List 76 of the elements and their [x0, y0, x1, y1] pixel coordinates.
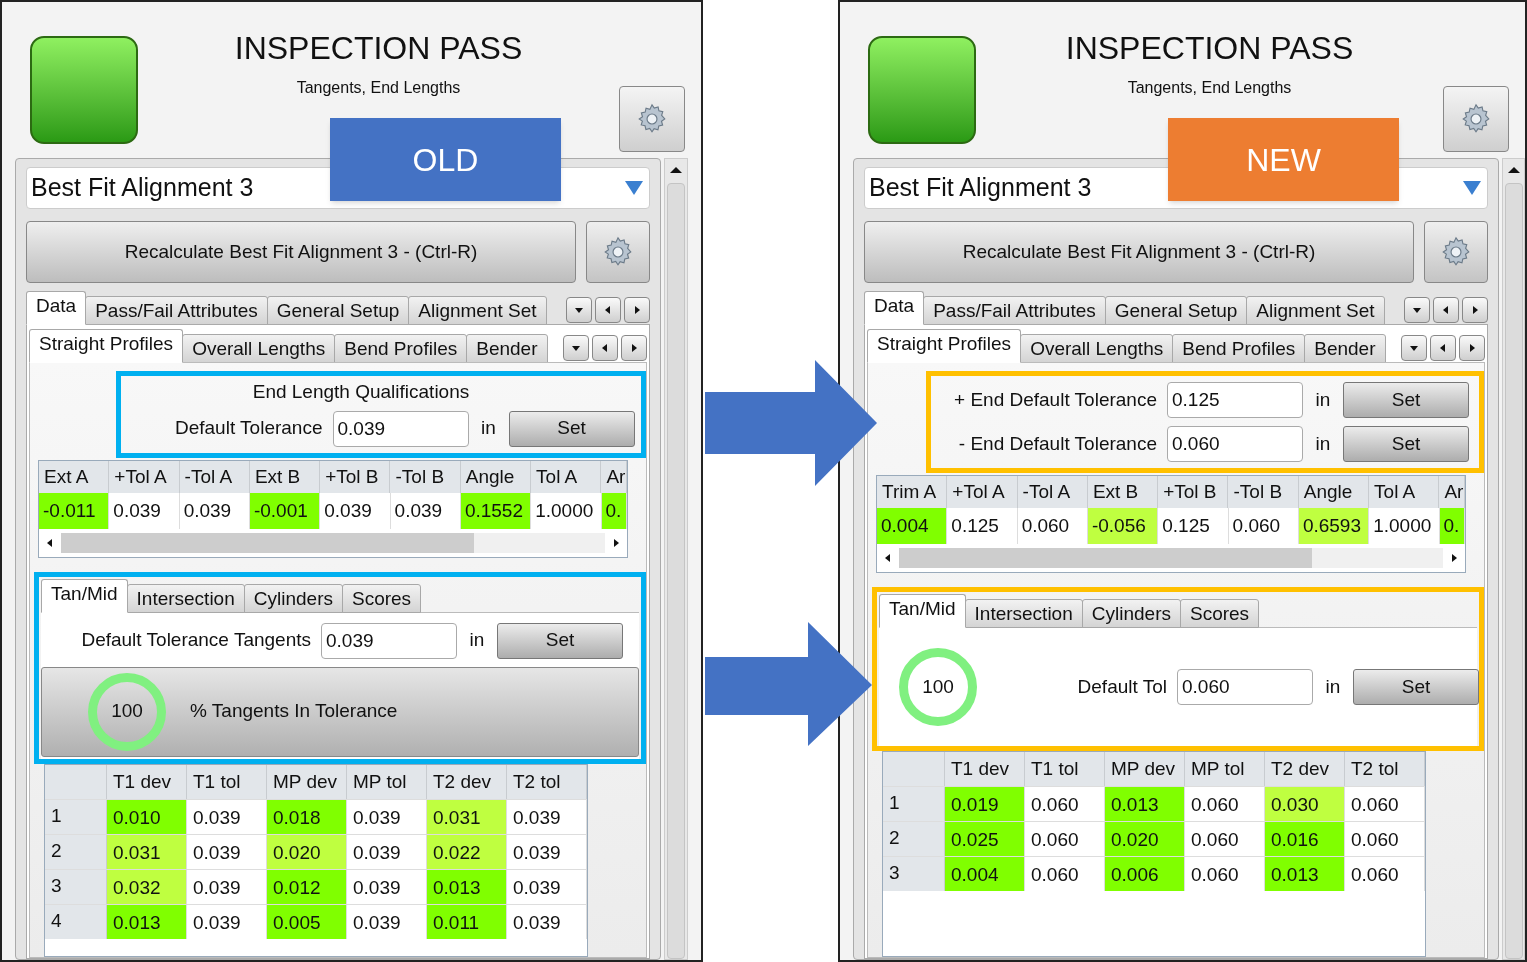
status-title: INSPECTION PASS: [1065, 29, 1354, 68]
row-header: 3: [45, 869, 107, 904]
table-cell: 0.005: [267, 904, 347, 939]
column-header: MP dev: [267, 764, 347, 799]
table-cell: 0.019: [945, 787, 1025, 821]
field-label: Default Tolerance: [173, 416, 324, 441]
table-cell: 0.013: [107, 904, 187, 939]
table-cell: 0.016: [1265, 822, 1345, 856]
column-header: T1 dev: [107, 764, 187, 799]
table-cell: 0.031: [427, 799, 507, 834]
column-header: T2 dev: [427, 764, 507, 799]
column-header: +Tol A: [109, 460, 180, 493]
column-header: Ext B: [249, 460, 321, 493]
status-title: INSPECTION PASS: [234, 29, 523, 68]
table-cell: 0.6593: [1298, 508, 1370, 544]
column-header: MP tol: [347, 764, 427, 799]
row-header: 1: [45, 799, 107, 834]
table-cell: 0.022: [427, 834, 507, 869]
section-title: End Length Qualifications: [252, 380, 470, 404]
version-tooltip: NEW: [1168, 118, 1399, 201]
table-cell: 0.032: [107, 869, 187, 904]
table-cell: 0.013: [1265, 857, 1345, 891]
table-cell: 0.010: [107, 799, 187, 834]
table-cell: 0.013: [1105, 787, 1185, 821]
column-header: Tol A: [531, 460, 602, 493]
table-cell: -0.011: [39, 492, 110, 529]
column-header: T1 tol: [187, 764, 267, 799]
row-header: 1: [883, 787, 945, 821]
column-header: -Tol B: [390, 460, 461, 493]
column-header: T2 tol: [507, 764, 587, 799]
column-header: T1 tol: [1025, 752, 1105, 786]
field-label: - End Default Tolerance: [957, 431, 1158, 456]
column-header: MP tol: [1185, 752, 1265, 786]
row-header: 4: [45, 904, 107, 939]
unit-label: in: [1324, 674, 1342, 699]
table-cell: 0.018: [267, 799, 347, 834]
table-cell: 0.031: [107, 834, 187, 869]
table-cell: 0.: [1439, 508, 1466, 544]
column-header: T1 dev: [945, 752, 1025, 786]
table-cell: 0.004: [877, 508, 948, 544]
table-cell: 0.006: [1105, 857, 1185, 891]
column-header: Angle: [460, 460, 532, 493]
column-header: T2 tol: [1345, 752, 1425, 786]
field-label: Default Tol: [1076, 674, 1168, 699]
column-header: Ext A: [39, 460, 110, 493]
field-label: Default Tolerance Tangents: [80, 628, 312, 653]
table-cell: -0.001: [249, 492, 321, 529]
score-label: % Tangents In Tolerance: [190, 699, 398, 724]
row-header: 3: [883, 857, 945, 891]
table-cell: 0.012: [267, 869, 347, 904]
status-subtitle: Tangents, End Lengths: [296, 78, 461, 98]
status-subtitle: Tangents, End Lengths: [1127, 78, 1292, 98]
table-cell: 0.011: [427, 904, 507, 939]
row-header: 2: [883, 822, 945, 856]
column-header: T2 dev: [1265, 752, 1345, 786]
version-tooltip: OLD: [330, 118, 561, 201]
table-cell: 0.030: [1265, 787, 1345, 821]
unit-label: in: [1314, 431, 1332, 456]
table-cell: 0.013: [427, 869, 507, 904]
unit-label: in: [468, 628, 486, 653]
column-header: MP dev: [1105, 752, 1185, 786]
column-header: -Tol A: [179, 460, 250, 493]
score-ring: 100: [899, 648, 977, 726]
table-cell: 0.020: [1105, 822, 1185, 856]
column-header: Ar: [601, 460, 627, 493]
field-label: + End Default Tolerance: [953, 387, 1158, 412]
table-cell: 0.004: [945, 857, 1025, 891]
row-header: 2: [45, 834, 107, 869]
table-cell: 0.020: [267, 834, 347, 869]
column-header: +Tol B: [320, 460, 391, 493]
score-ring: 100: [88, 672, 166, 751]
unit-label: in: [1314, 387, 1332, 412]
unit-label: in: [480, 416, 497, 441]
table-cell: -0.056: [1087, 508, 1159, 544]
table-cell: 0.1552: [460, 492, 532, 529]
table-cell: 0.025: [945, 822, 1025, 856]
